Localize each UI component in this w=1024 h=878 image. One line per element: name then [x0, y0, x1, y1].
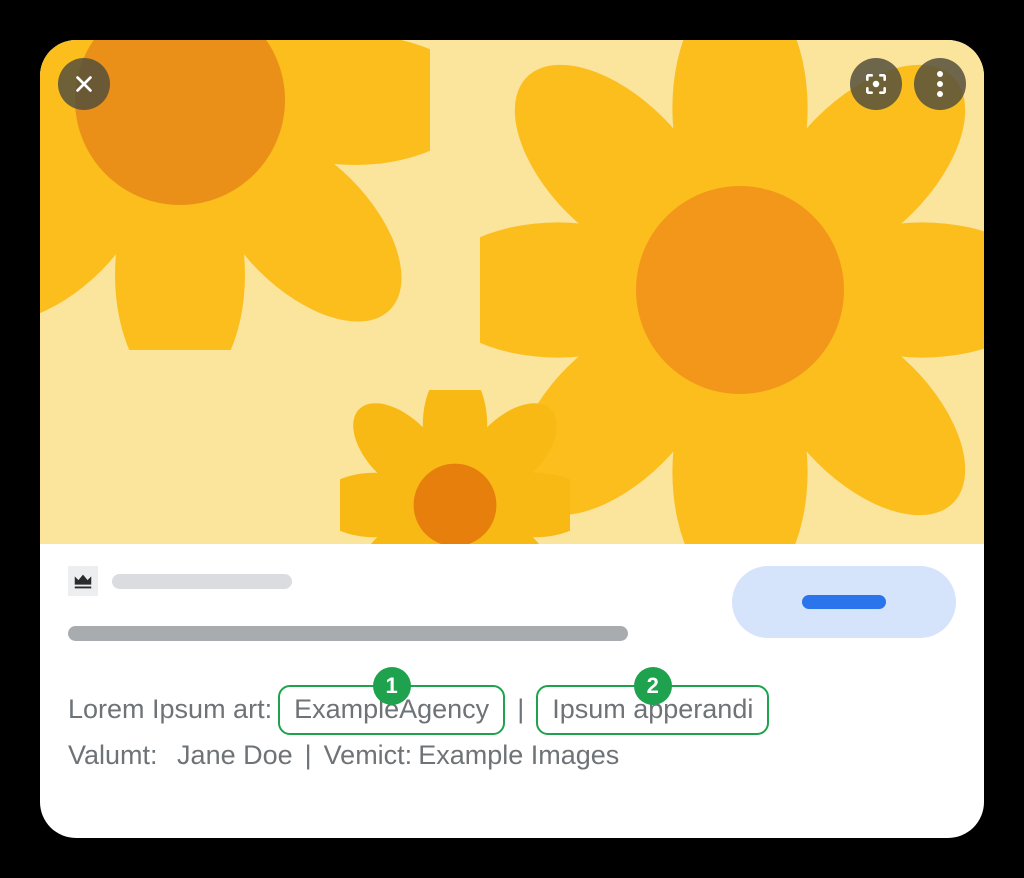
- image-preview: [40, 40, 984, 544]
- metadata-line-1: Lorem Ipsum art: 1 ExampleAgency | 2 Ips…: [68, 685, 956, 735]
- meta-label: Valumt:: [68, 735, 158, 777]
- metadata-line-2: Valumt: Jane Doe | Vemict: Example Image…: [68, 735, 956, 777]
- image-info-panel: Lorem Ipsum art: 1 ExampleAgency | 2 Ips…: [40, 544, 984, 777]
- callout-badge-2: 2: [634, 667, 672, 705]
- title-placeholder: [68, 626, 628, 641]
- lens-button[interactable]: [850, 58, 902, 110]
- flower-illustration: [340, 390, 570, 544]
- image-viewer-card: Lorem Ipsum art: 1 ExampleAgency | 2 Ips…: [40, 40, 984, 838]
- source-name-placeholder: [112, 574, 292, 589]
- pill-label-placeholder: [802, 595, 886, 609]
- image-metadata: Lorem Ipsum art: 1 ExampleAgency | 2 Ips…: [68, 685, 956, 777]
- meta-label: Vemict:: [324, 735, 413, 777]
- action-pill-button[interactable]: [732, 566, 956, 638]
- separator: |: [511, 689, 530, 731]
- callout-chip-1: 1 ExampleAgency: [278, 685, 505, 735]
- meta-value: Example Images: [418, 735, 619, 777]
- crown-icon: [72, 570, 94, 592]
- source-favicon: [68, 566, 98, 596]
- more-options-button[interactable]: [914, 58, 966, 110]
- callout-chip-2: 2 Ipsum apperandi: [536, 685, 769, 735]
- meta-prefix-label: Lorem Ipsum art:: [68, 689, 272, 731]
- more-vert-icon: [937, 71, 943, 97]
- separator: |: [299, 735, 318, 777]
- lens-icon: [863, 71, 889, 97]
- close-icon: [73, 73, 95, 95]
- close-button[interactable]: [58, 58, 110, 110]
- callout-badge-1: 1: [373, 667, 411, 705]
- meta-value: Jane Doe: [177, 735, 293, 777]
